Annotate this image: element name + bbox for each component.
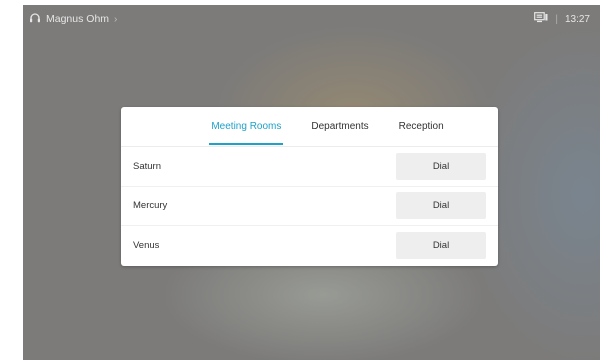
- screen-share-icon[interactable]: [534, 12, 548, 26]
- chevron-right-icon: ›: [114, 13, 118, 25]
- headset-icon: [29, 12, 41, 27]
- directory-tabs: Meeting Rooms Departments Reception: [121, 107, 498, 147]
- dial-button[interactable]: Dial: [396, 152, 486, 180]
- room-name: Saturn: [133, 160, 161, 172]
- dial-button[interactable]: Dial: [396, 192, 486, 220]
- user-name: Magnus Ohm: [46, 13, 110, 25]
- user-menu[interactable]: Magnus Ohm ›: [29, 12, 117, 27]
- list-item: Venus Dial: [121, 226, 498, 266]
- room-name: Venus: [133, 240, 160, 252]
- list-item: Saturn Dial: [121, 147, 498, 187]
- directory-panel: Meeting Rooms Departments Reception Satu…: [121, 107, 498, 266]
- status-bar: Magnus Ohm › | 13:27: [23, 5, 600, 33]
- tab-departments[interactable]: Departments: [309, 107, 370, 146]
- touch-panel-screen: Magnus Ohm › | 13:27 Meeting Rooms Depar…: [23, 5, 600, 360]
- dial-button[interactable]: Dial: [396, 232, 486, 260]
- room-name: Mercury: [133, 200, 168, 212]
- status-separator: |: [555, 13, 558, 25]
- tab-meeting-rooms[interactable]: Meeting Rooms: [209, 107, 284, 146]
- list-item: Mercury Dial: [121, 187, 498, 226]
- clock: 13:27: [564, 13, 590, 25]
- tab-reception[interactable]: Reception: [397, 107, 446, 146]
